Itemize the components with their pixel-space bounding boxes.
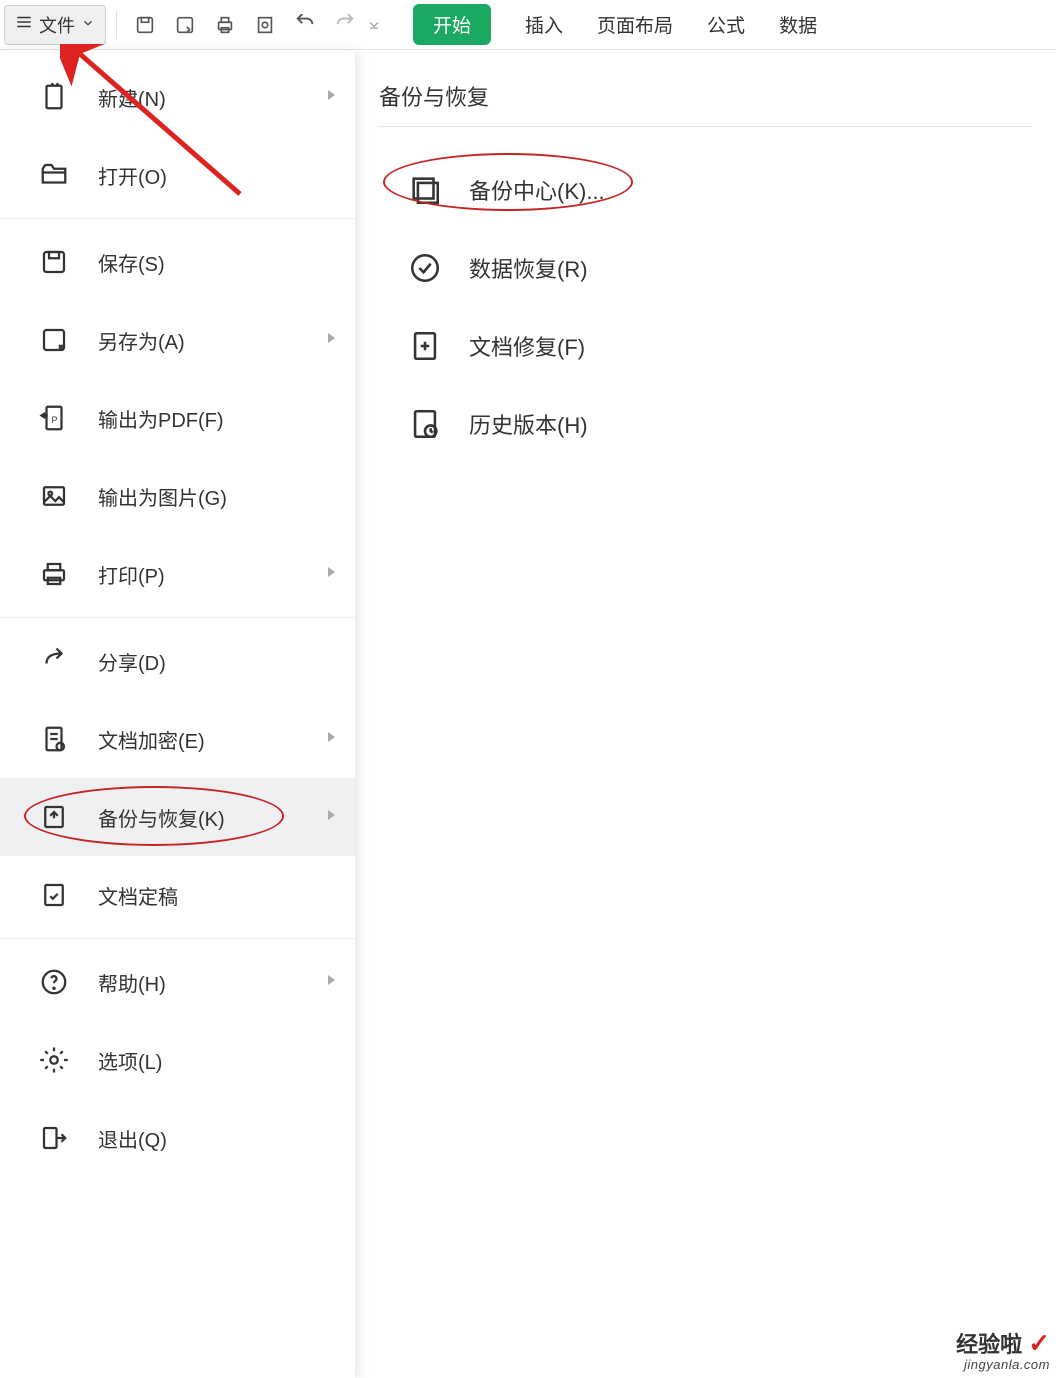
- redo-icon[interactable]: [327, 7, 363, 43]
- menu-item-open[interactable]: 打开(O): [0, 136, 355, 214]
- svg-text:P: P: [52, 415, 58, 425]
- menu-item-exit[interactable]: 退出(Q): [0, 1099, 355, 1177]
- menu-divider: [0, 938, 355, 939]
- chevron-down-icon: [81, 14, 95, 35]
- toolbar-more-icon[interactable]: [367, 18, 381, 32]
- watermark: 经验啦 ✓ jingyanla.com: [956, 1329, 1050, 1372]
- menu-item-share[interactable]: 分享(D): [0, 622, 355, 700]
- divider: [116, 11, 117, 39]
- help-icon: [32, 967, 76, 997]
- undo-icon[interactable]: [287, 7, 323, 43]
- watermark-text: 经验啦: [956, 1332, 1022, 1357]
- menu-item-options[interactable]: 选项(L): [0, 1021, 355, 1099]
- menu-item-finalize[interactable]: 文档定稿: [0, 856, 355, 934]
- menu-divider: [0, 617, 355, 618]
- folder-open-icon: [32, 160, 76, 190]
- menu-item-label: 新建(N): [98, 83, 166, 112]
- menu-item-label: 选项(L): [98, 1046, 162, 1075]
- menu-item-save-as[interactable]: 另存为(A): [0, 301, 355, 379]
- submenu-icon: [325, 808, 337, 827]
- submenu-icon: [325, 331, 337, 350]
- tab-insert[interactable]: 插入: [525, 11, 563, 38]
- backup-panel: 备份与恢复 备份中心(K)... 数据恢复(R) 文档修复(F) 历史版本(H): [355, 50, 1056, 1378]
- print-icon: [32, 559, 76, 589]
- menu-item-encrypt[interactable]: 文档加密(E): [0, 700, 355, 778]
- panel-title: 备份与恢复: [379, 80, 1032, 127]
- panel-item-label: 文档修复(F): [469, 330, 585, 362]
- submenu-icon: [325, 973, 337, 992]
- menu-item-backup[interactable]: 备份与恢复(K): [0, 778, 355, 856]
- panel-item-label: 历史版本(H): [469, 408, 588, 440]
- tab-start[interactable]: 开始: [413, 4, 491, 45]
- submenu-icon: [325, 88, 337, 107]
- hamburger-icon: [15, 13, 33, 36]
- panel-item-label: 备份中心(K)...: [469, 174, 605, 206]
- save-as-icon: [32, 325, 76, 355]
- exit-icon: [32, 1123, 76, 1153]
- history-icon: [401, 407, 449, 441]
- panel-item-backup-center[interactable]: 备份中心(K)...: [379, 151, 1032, 229]
- export-pdf-icon: P: [32, 403, 76, 433]
- tab-layout[interactable]: 页面布局: [597, 11, 673, 38]
- menu-item-save[interactable]: 保存(S): [0, 223, 355, 301]
- menu-item-label: 另存为(A): [98, 326, 185, 355]
- finalize-icon: [32, 880, 76, 910]
- menu-item-label: 退出(Q): [98, 1124, 167, 1153]
- save-icon: [32, 247, 76, 277]
- menu-item-label: 打开(O): [98, 161, 167, 190]
- menu-item-label: 保存(S): [98, 248, 165, 277]
- save-icon[interactable]: [127, 7, 163, 43]
- menu-item-label: 帮助(H): [98, 968, 166, 997]
- print-icon[interactable]: [207, 7, 243, 43]
- tab-formula[interactable]: 公式: [707, 11, 745, 38]
- menu-item-label: 输出为图片(G): [98, 482, 227, 511]
- panel-item-data-recover[interactable]: 数据恢复(R): [379, 229, 1032, 307]
- panel-item-label: 数据恢复(R): [469, 252, 588, 284]
- menu-item-export-pdf[interactable]: P 输出为PDF(F): [0, 379, 355, 457]
- submenu-icon: [325, 730, 337, 749]
- menu-item-new[interactable]: 新建(N): [0, 58, 355, 136]
- file-menu-panel: 新建(N) 打开(O) 保存(S) 另存为(A) P 输出为PDF(F) 输出为…: [0, 50, 355, 1378]
- settings-icon: [32, 1045, 76, 1075]
- file-menu-button[interactable]: 文件: [4, 5, 106, 45]
- panel-item-history[interactable]: 历史版本(H): [379, 385, 1032, 463]
- new-file-icon: [32, 82, 76, 112]
- menu-item-label: 输出为PDF(F): [98, 404, 224, 433]
- menu-item-label: 文档定稿: [98, 881, 178, 910]
- file-menu-label: 文件: [39, 12, 75, 38]
- menu-item-label: 文档加密(E): [98, 725, 205, 754]
- backup-icon: [32, 802, 76, 832]
- backup-center-icon: [401, 173, 449, 207]
- top-toolbar: 文件 开始 插入 页面布局 公式 数据: [0, 0, 1056, 50]
- watermark-check-icon: ✓: [1028, 1328, 1050, 1358]
- menu-divider: [0, 218, 355, 219]
- content-area: 新建(N) 打开(O) 保存(S) 另存为(A) P 输出为PDF(F) 输出为…: [0, 50, 1056, 1378]
- submenu-icon: [325, 565, 337, 584]
- menu-item-label: 打印(P): [98, 560, 165, 589]
- doc-repair-icon: [401, 329, 449, 363]
- print-preview-icon[interactable]: [247, 7, 283, 43]
- save-as-icon[interactable]: [167, 7, 203, 43]
- watermark-url: jingyanla.com: [956, 1358, 1050, 1372]
- ribbon-tabs: 开始 插入 页面布局 公式 数据: [413, 4, 817, 45]
- encrypt-icon: [32, 724, 76, 754]
- menu-item-export-image[interactable]: 输出为图片(G): [0, 457, 355, 535]
- menu-item-label: 分享(D): [98, 647, 166, 676]
- export-image-icon: [32, 481, 76, 511]
- data-recover-icon: [401, 251, 449, 285]
- tab-data[interactable]: 数据: [779, 11, 817, 38]
- panel-item-doc-repair[interactable]: 文档修复(F): [379, 307, 1032, 385]
- menu-item-label: 备份与恢复(K): [98, 803, 225, 832]
- menu-item-print[interactable]: 打印(P): [0, 535, 355, 613]
- menu-item-help[interactable]: 帮助(H): [0, 943, 355, 1021]
- share-icon: [32, 646, 76, 676]
